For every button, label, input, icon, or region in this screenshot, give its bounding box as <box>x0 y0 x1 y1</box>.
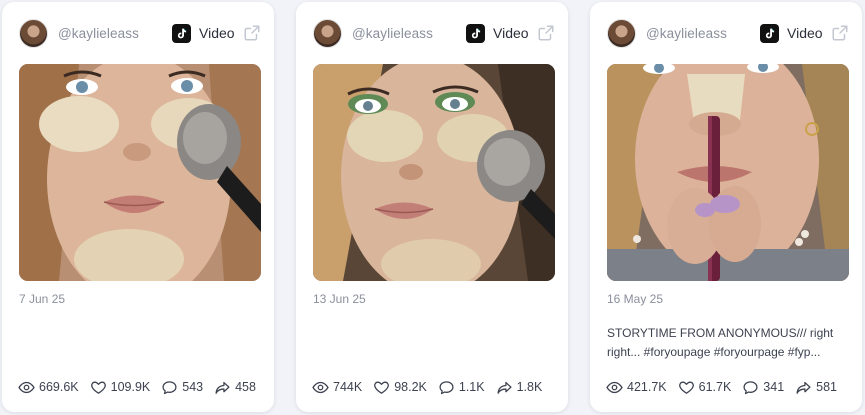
post-stats: 744K 98.2K 1.1K 1.8K <box>312 378 558 396</box>
post-type-label: Video <box>199 25 235 41</box>
likes-stat: 61.7K <box>678 379 732 396</box>
views-count: 669.6K <box>39 380 79 394</box>
share-icon <box>497 381 512 394</box>
likes-stat: 109.9K <box>90 379 151 396</box>
shares-stat: 1.8K <box>496 379 543 396</box>
likes-count: 98.2K <box>394 380 427 394</box>
comment-icon <box>162 380 177 394</box>
comment-icon <box>439 380 454 394</box>
eye-icon <box>312 381 329 393</box>
external-link-icon[interactable] <box>537 24 555 42</box>
shares-stat: 581 <box>795 379 837 396</box>
card-header: @kaylieleass Video <box>19 19 260 49</box>
views-stat: 669.6K <box>18 379 79 396</box>
video-thumbnail[interactable] <box>19 64 261 281</box>
post-stats: 421.7K 61.7K 341 581 <box>606 378 852 396</box>
external-link-icon[interactable] <box>831 24 849 42</box>
likes-count: 61.7K <box>698 380 732 394</box>
share-icon <box>215 381 230 394</box>
comments-stat: 341 <box>742 379 784 396</box>
post-caption: STORYTIME FROM ANONYMOUS/// right right.… <box>607 326 834 359</box>
views-stat: 744K <box>312 379 362 396</box>
likes-count: 109.9K <box>110 380 151 394</box>
eye-icon <box>606 381 623 393</box>
post-type-label: Video <box>493 25 529 41</box>
comments-count: 1.1K <box>458 380 485 394</box>
shares-count: 581 <box>816 380 838 394</box>
video-thumbnail[interactable] <box>313 64 555 281</box>
video-thumbnail[interactable] <box>607 64 849 281</box>
comment-icon <box>743 380 758 394</box>
heart-icon <box>374 381 390 394</box>
post-card[interactable]: @kaylieleass Video <box>296 2 568 412</box>
views-count: 744K <box>333 380 363 394</box>
comments-count: 341 <box>763 380 785 394</box>
share-icon <box>796 381 811 394</box>
likes-stat: 98.2K <box>373 379 427 396</box>
author-handle[interactable]: @kaylieleass <box>646 26 727 41</box>
comments-stat: 543 <box>161 379 203 396</box>
avatar[interactable] <box>607 19 636 48</box>
comments-stat: 1.1K <box>438 379 485 396</box>
shares-count: 458 <box>235 380 256 394</box>
eye-icon <box>18 381 35 393</box>
tiktok-icon <box>466 24 485 43</box>
avatar[interactable] <box>19 19 48 48</box>
tiktok-icon <box>172 24 191 43</box>
card-header: @kaylieleass Video <box>607 19 848 49</box>
post-date: 13 Jun 25 <box>313 292 366 306</box>
post-card[interactable]: @kaylieleass Video <box>2 2 274 412</box>
shares-stat: 458 <box>214 379 256 396</box>
views-count: 421.7K <box>627 380 667 394</box>
post-date: 7 Jun 25 <box>19 292 66 306</box>
post-card[interactable]: @kaylieleass Video <box>590 2 862 412</box>
heart-icon <box>678 381 694 394</box>
external-link-icon[interactable] <box>243 24 261 42</box>
post-date: 16 May 25 <box>607 292 664 306</box>
author-handle[interactable]: @kaylieleass <box>58 26 139 41</box>
tiktok-icon <box>760 24 779 43</box>
post-type-label: Video <box>787 25 823 41</box>
heart-icon <box>90 381 106 394</box>
shares-count: 1.8K <box>516 380 543 394</box>
views-stat: 421.7K <box>606 379 667 396</box>
avatar[interactable] <box>313 19 342 48</box>
card-header: @kaylieleass Video <box>313 19 554 49</box>
post-stats: 669.6K 109.9K 543 458 <box>18 378 264 396</box>
comments-count: 543 <box>182 380 204 394</box>
author-handle[interactable]: @kaylieleass <box>352 26 433 41</box>
